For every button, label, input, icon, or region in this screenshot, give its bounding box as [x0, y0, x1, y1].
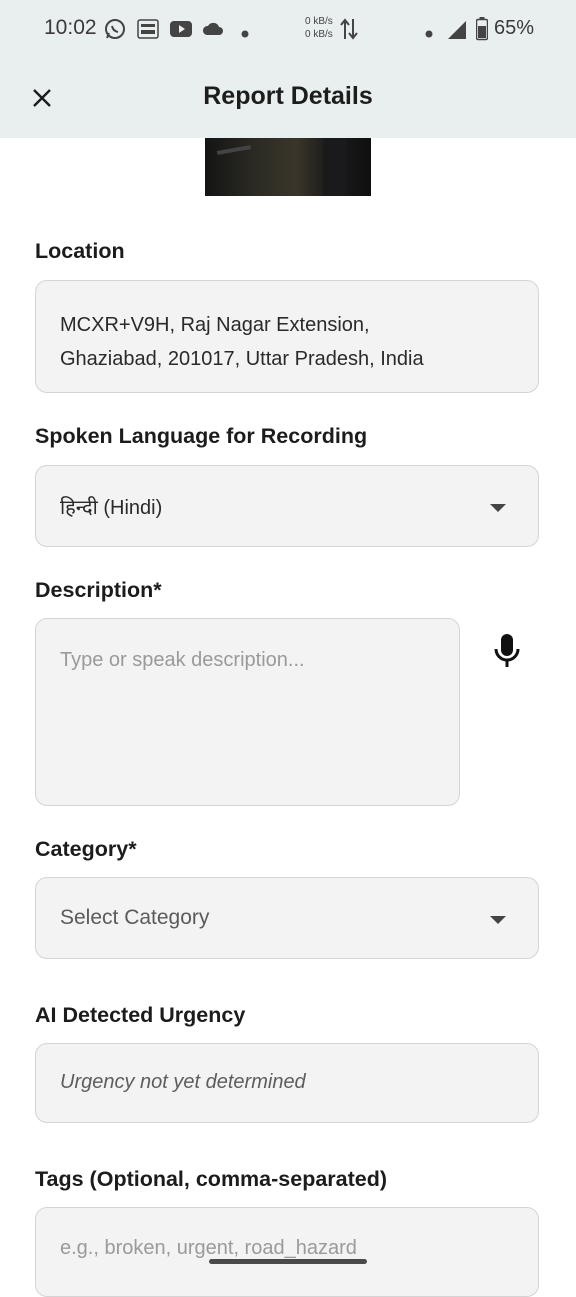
- urgency-value: Urgency not yet determined: [60, 1071, 306, 1093]
- voice-input-button[interactable]: [486, 630, 528, 672]
- description-label: Description*: [35, 578, 162, 602]
- status-bar: 10:02 0 kB/s 0 kB/s 65%: [0, 0, 576, 60]
- description-textarea[interactable]: Type or speak description...: [35, 618, 460, 806]
- urgency-field: Urgency not yet determined: [35, 1043, 539, 1123]
- notification-dot-icon: [241, 25, 249, 43]
- dropdown-arrow-icon: [490, 504, 506, 512]
- description-placeholder: Type or speak description...: [60, 649, 305, 671]
- signal-dot-icon: [425, 25, 433, 43]
- category-dropdown[interactable]: Select Category: [35, 877, 539, 959]
- network-speed: 0 kB/s 0 kB/s: [305, 15, 333, 41]
- tags-placeholder: e.g., broken, urgent, road_hazard: [60, 1237, 357, 1259]
- image-detail: [216, 145, 252, 155]
- location-line-2: Ghaziabad, 201017, Uttar Pradesh, India: [60, 348, 424, 370]
- status-time: 10:02: [44, 16, 97, 39]
- cloud-icon: [201, 18, 225, 45]
- data-transfer-icon: [340, 17, 358, 46]
- language-label: Spoken Language for Recording: [35, 424, 368, 448]
- language-selected: हिन्दी (Hindi): [60, 497, 163, 519]
- battery-percentage: 65%: [494, 17, 535, 39]
- location-line-1: MCXR+V9H, Raj Nagar Extension,: [60, 314, 370, 336]
- whatsapp-icon: [104, 18, 126, 45]
- category-label: Category*: [35, 837, 137, 861]
- cellular-signal-icon: [446, 19, 468, 46]
- battery-icon: [475, 17, 489, 46]
- location-label: Location: [35, 239, 125, 263]
- tags-label: Tags (Optional, comma-separated): [35, 1167, 388, 1191]
- dropdown-arrow-icon: [490, 916, 506, 924]
- tags-input[interactable]: e.g., broken, urgent, road_hazard: [35, 1207, 539, 1297]
- page-title: Report Details: [203, 82, 373, 110]
- image-detail: [323, 138, 347, 196]
- tata-1mg-icon: [137, 18, 159, 45]
- header-area: 10:02 0 kB/s 0 kB/s 65% Report Details: [0, 0, 576, 138]
- location-field[interactable]: MCXR+V9H, Raj Nagar Extension, Ghaziabad…: [35, 280, 539, 393]
- home-indicator[interactable]: [209, 1259, 367, 1264]
- language-dropdown[interactable]: हिन्दी (Hindi): [35, 465, 539, 547]
- report-image-preview[interactable]: [205, 138, 371, 196]
- microphone-icon: [494, 634, 520, 667]
- speed-down: 0 kB/s: [305, 29, 333, 40]
- youtube-icon: [169, 18, 193, 45]
- speed-up: 0 kB/s: [305, 16, 333, 27]
- urgency-label: AI Detected Urgency: [35, 1003, 246, 1027]
- category-selected: Select Category: [60, 906, 210, 929]
